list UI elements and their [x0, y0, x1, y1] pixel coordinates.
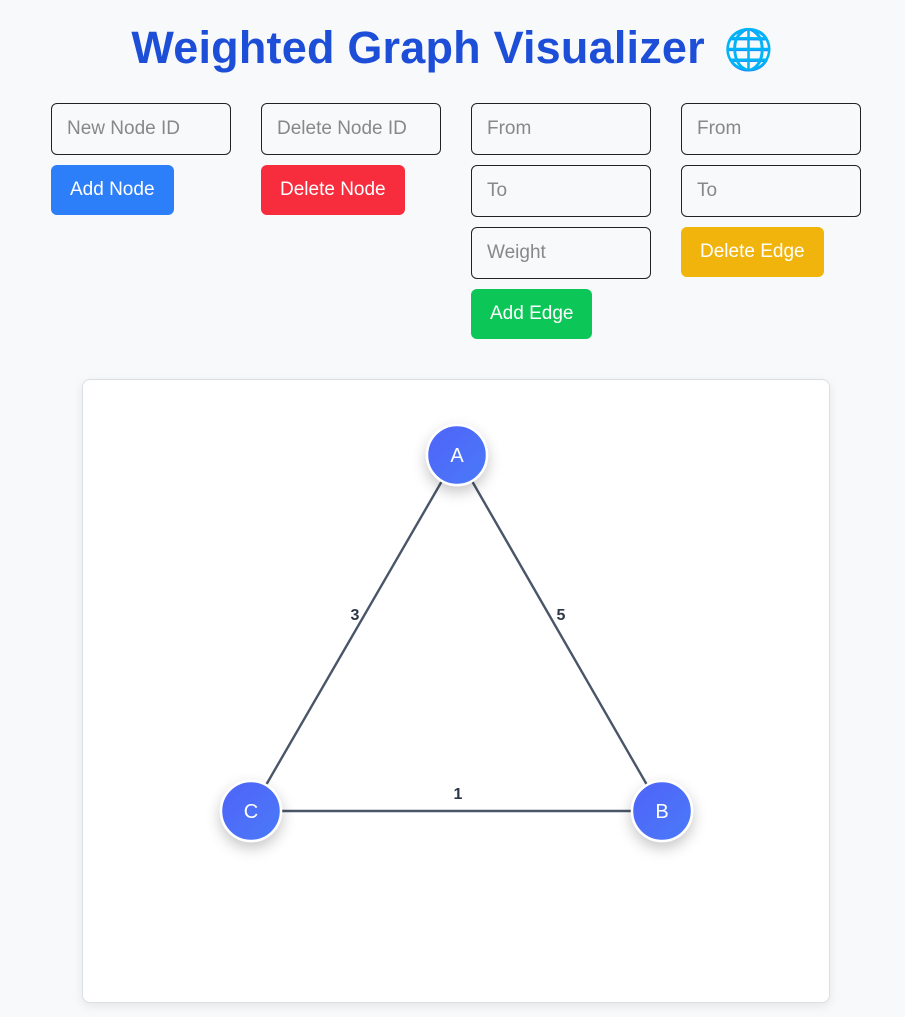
add-node-panel: Add Node	[51, 103, 231, 215]
edge-A-B[interactable]	[455, 454, 664, 812]
graph-canvas[interactable]: 3 5 1 A B C	[82, 379, 830, 1003]
page-title: Weighted Graph Visualizer 🌐	[0, 22, 905, 74]
page-title-text: Weighted Graph Visualizer	[131, 22, 705, 73]
delete-edge-to-input[interactable]	[681, 165, 861, 217]
add-edge-panel: Add Edge	[471, 103, 651, 339]
node-label: B	[655, 801, 668, 823]
graph-svg[interactable]: 3 5 1 A B C	[83, 380, 831, 1004]
add-edge-to-input[interactable]	[471, 165, 651, 217]
edge-weight-label: 5	[557, 607, 566, 624]
globe-icon: 🌐	[723, 27, 774, 73]
delete-edge-button[interactable]: Delete Edge	[681, 227, 824, 277]
add-edge-weight-input[interactable]	[471, 227, 651, 279]
delete-node-id-input[interactable]	[261, 103, 441, 155]
edge-weight-label: 1	[454, 786, 463, 803]
new-node-id-input[interactable]	[51, 103, 231, 155]
add-edge-from-input[interactable]	[471, 103, 651, 155]
delete-edge-from-input[interactable]	[681, 103, 861, 155]
delete-node-button[interactable]: Delete Node	[261, 165, 405, 215]
graph-node-c[interactable]: C	[219, 779, 283, 843]
edge-weight-label: 3	[351, 607, 360, 624]
graph-node-a[interactable]: A	[425, 423, 489, 487]
graph-node-b[interactable]: B	[630, 779, 694, 843]
delete-node-panel: Delete Node	[261, 103, 441, 215]
delete-edge-panel: Delete Edge	[681, 103, 861, 277]
edge-A-C[interactable]	[249, 454, 459, 812]
add-edge-button[interactable]: Add Edge	[471, 289, 593, 339]
node-label: C	[244, 801, 258, 823]
add-node-button[interactable]: Add Node	[51, 165, 174, 215]
node-label: A	[450, 445, 464, 467]
